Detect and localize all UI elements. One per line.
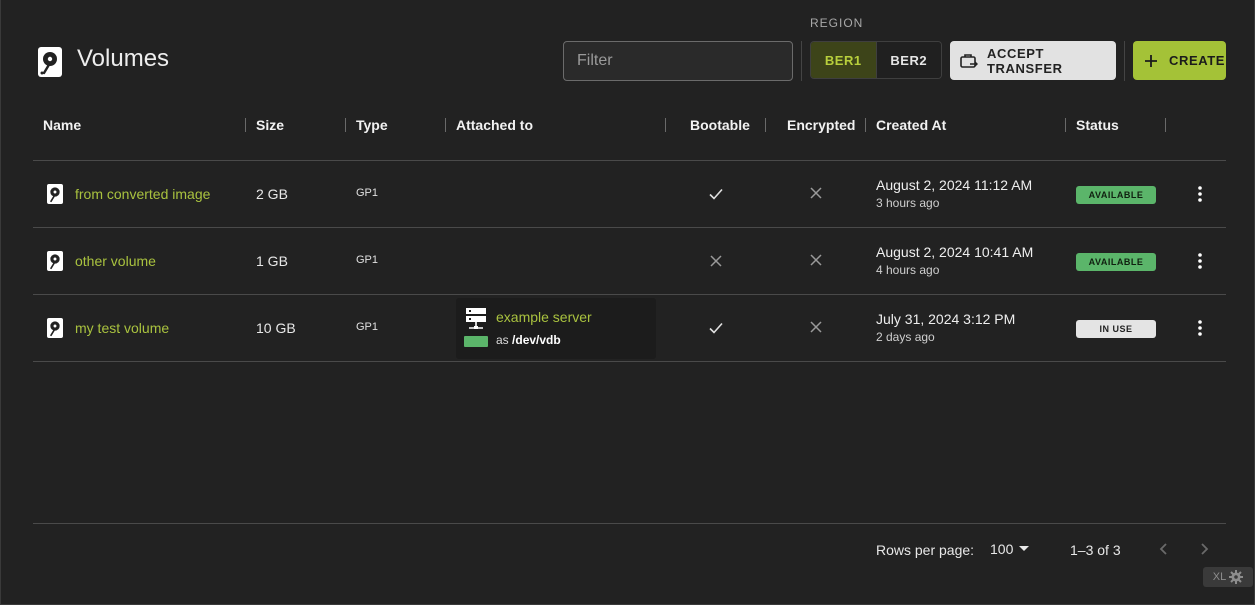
gear-icon [1229, 570, 1244, 584]
column-resizer[interactable] [865, 118, 866, 132]
volume-type: GP1 [356, 187, 379, 199]
column-header-type[interactable]: Type [356, 117, 388, 133]
more-vert-icon[interactable] [1195, 319, 1205, 337]
server-icon [466, 308, 486, 330]
divider [1124, 41, 1125, 81]
harddisk-icon [47, 318, 63, 338]
page-title: Volumes [77, 45, 170, 72]
attached-device: as /dev/vdb [496, 333, 561, 347]
cross-icon [810, 321, 822, 333]
column-header-status[interactable]: Status [1076, 117, 1119, 133]
filter-input[interactable] [563, 41, 793, 81]
accept-transfer-button[interactable]: ACCEPT TRANSFER [950, 41, 1116, 80]
volume-name-link[interactable]: from converted image [75, 186, 210, 202]
rows-per-page-value: 100 [990, 541, 1014, 557]
created-at: August 2, 2024 10:41 AM [876, 244, 1034, 260]
chevron-left-icon[interactable] [1156, 540, 1172, 558]
attached-server-card[interactable]: example server as /dev/vdb [456, 298, 656, 359]
rows-per-page-select[interactable]: 100 [990, 541, 1030, 557]
plus-icon [1145, 54, 1157, 67]
volume-size: 1 GB [256, 253, 288, 269]
status-badge: IN USE [1076, 320, 1156, 338]
attached-server-link[interactable]: example server [496, 309, 592, 325]
briefcase-transfer-icon [960, 53, 978, 69]
row-divider [33, 361, 1226, 362]
created-at: August 2, 2024 11:12 AM [876, 177, 1033, 193]
column-resizer[interactable] [245, 118, 246, 132]
cross-icon [710, 255, 724, 269]
column-resizer[interactable] [1065, 118, 1066, 132]
volume-type: GP1 [356, 254, 379, 266]
table-row: other volume 1 GB GP1 August 2, 2024 10:… [33, 228, 1226, 295]
chevron-right-icon[interactable] [1196, 540, 1212, 558]
breakpoint-label: XL [1212, 571, 1227, 583]
created-relative: 4 hours ago [876, 263, 940, 277]
harddisk-icon [47, 251, 63, 271]
cross-icon [810, 187, 822, 199]
cross-icon [810, 254, 822, 266]
column-resizer[interactable] [445, 118, 446, 132]
breakpoint-badge: XL [1203, 567, 1253, 587]
column-header-bootable[interactable]: Bootable [690, 117, 750, 133]
region-ber1-button[interactable]: BER1 [811, 42, 876, 78]
check-icon [709, 321, 723, 335]
server-status-indicator [464, 336, 488, 347]
status-badge: AVAILABLE [1076, 186, 1156, 204]
column-resizer[interactable] [665, 118, 666, 132]
footer-divider [33, 523, 1226, 524]
volume-size: 2 GB [256, 186, 288, 202]
divider [801, 41, 802, 81]
volume-type: GP1 [356, 321, 379, 333]
region-label: REGION [810, 16, 864, 30]
harddisk-icon [38, 47, 62, 77]
create-button[interactable]: CREATE [1133, 41, 1226, 80]
created-relative: 2 days ago [876, 330, 935, 344]
created-relative: 3 hours ago [876, 196, 940, 210]
check-icon [709, 187, 723, 201]
column-header-name[interactable]: Name [43, 117, 81, 133]
pagination-range: 1–3 of 3 [1070, 542, 1121, 558]
created-at: July 31, 2024 3:12 PM [876, 311, 1016, 327]
rows-per-page-label: Rows per page: [876, 542, 975, 558]
more-vert-icon[interactable] [1195, 185, 1205, 203]
volume-name-link[interactable]: other volume [75, 253, 156, 269]
caret-down-icon [1019, 546, 1030, 552]
column-header-created-at[interactable]: Created At [876, 117, 946, 133]
region-ber2-button[interactable]: BER2 [875, 42, 941, 78]
more-vert-icon[interactable] [1195, 252, 1205, 270]
volume-name-link[interactable]: my test volume [75, 320, 169, 336]
harddisk-icon [47, 184, 63, 204]
accept-transfer-label: ACCEPT TRANSFER [987, 45, 1063, 76]
column-header-attached-to[interactable]: Attached to [456, 117, 533, 133]
column-resizer[interactable] [1165, 118, 1166, 132]
volume-size: 10 GB [256, 320, 296, 336]
table-row: my test volume 10 GB GP1 example server … [33, 295, 1226, 362]
column-header-size[interactable]: Size [256, 117, 284, 133]
column-resizer[interactable] [765, 118, 766, 132]
column-header-encrypted[interactable]: Encrypted [787, 117, 855, 133]
table-row: from converted image 2 GB GP1 August 2, … [33, 161, 1226, 228]
status-badge: AVAILABLE [1076, 253, 1156, 271]
region-toggle: BER1 BER2 [810, 41, 942, 79]
column-resizer[interactable] [345, 118, 346, 132]
create-label: CREATE [1169, 53, 1226, 68]
